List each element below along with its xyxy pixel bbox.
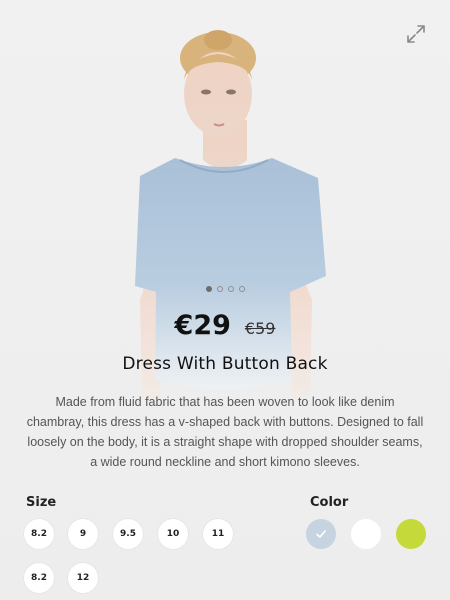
product-image <box>0 0 450 600</box>
carousel-dot[interactable] <box>216 286 223 292</box>
carousel-dot[interactable] <box>205 286 212 292</box>
size-option[interactable]: 10 <box>158 519 188 549</box>
size-option[interactable]: 11 <box>203 519 233 549</box>
size-option[interactable]: 9.5 <box>113 519 143 549</box>
color-swatch-white[interactable] <box>351 519 381 549</box>
model-photo <box>135 30 326 400</box>
size-label: Size <box>26 495 57 510</box>
expand-button[interactable] <box>404 22 428 46</box>
color-swatch-light-blue[interactable] <box>306 519 336 549</box>
check-icon <box>316 530 326 538</box>
carousel-dot[interactable] <box>238 286 245 292</box>
expand-icon <box>407 25 425 43</box>
size-option[interactable]: 12 <box>68 563 98 593</box>
image-carousel-indicator <box>0 286 450 292</box>
product-description: Made from fluid fabric that has been wov… <box>26 395 424 469</box>
size-option[interactable]: 9 <box>68 519 98 549</box>
current-price: €29 <box>174 310 231 341</box>
product-title: Dress With Button Back <box>122 354 328 374</box>
color-label: Color <box>310 495 349 510</box>
size-option[interactable]: 8.2 <box>24 519 54 549</box>
original-price: €59 <box>244 319 276 338</box>
price-row: €29 €59 <box>0 310 450 341</box>
size-option[interactable]: 8.2 <box>24 563 54 593</box>
color-swatch-lime[interactable] <box>396 519 426 549</box>
carousel-dot[interactable] <box>227 286 234 292</box>
